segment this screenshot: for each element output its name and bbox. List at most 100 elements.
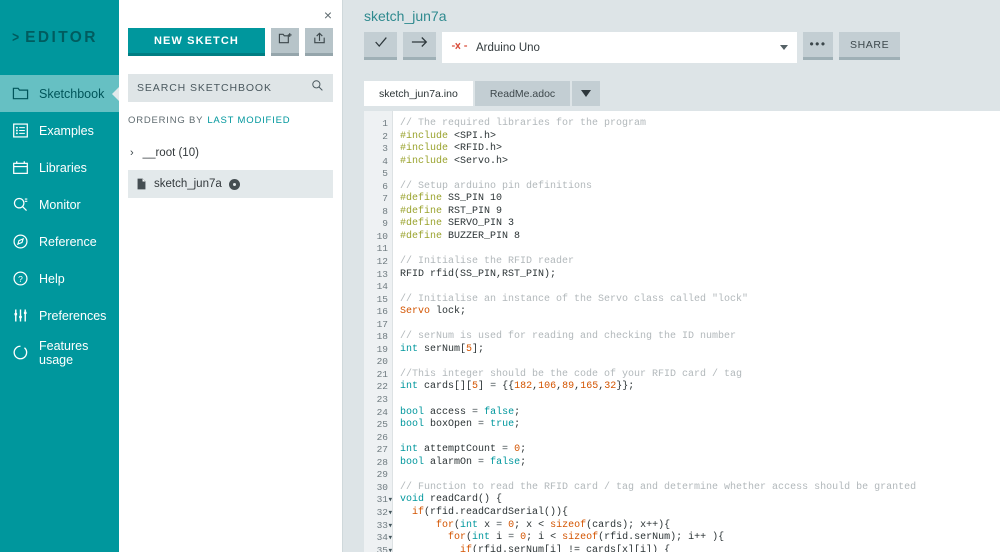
code-token: int <box>472 532 491 544</box>
chevron-right-icon: › <box>130 146 134 159</box>
sidebar-item-features-usage[interactable]: Features usage <box>0 334 119 371</box>
sidebar-item-reference[interactable]: Reference <box>0 223 119 260</box>
code-line[interactable]: #define RST_PIN 9 <box>400 206 1000 219</box>
code-line[interactable]: if(rfid.readCardSerial()){ <box>400 507 1000 520</box>
code-line[interactable]: // The required libraries for the progra… <box>400 118 1000 131</box>
search-sketchbook[interactable] <box>128 74 333 102</box>
code-token: if <box>460 544 473 552</box>
board-selector[interactable]: Arduino Uno <box>442 32 797 63</box>
chevron-down-icon <box>780 45 788 50</box>
code-token: for <box>436 519 455 531</box>
code-line[interactable] <box>400 432 1000 445</box>
code-line[interactable]: #define SERVO_PIN 3 <box>400 218 1000 231</box>
code-token: cards[][ <box>418 381 473 393</box>
upload-button[interactable] <box>403 32 436 60</box>
tab-readme-adoc[interactable]: ReadMe.adoc <box>474 81 571 106</box>
tab-sketch-ino[interactable]: sketch_jun7a.ino <box>364 81 473 106</box>
line-number: 4 <box>382 155 388 167</box>
code-line[interactable]: // Function to read the RFID card / tag … <box>400 482 1000 495</box>
code-token: if <box>412 506 425 518</box>
close-panel-icon[interactable]: × <box>324 8 332 22</box>
code-token: ; <box>520 456 527 468</box>
list-icon <box>11 121 30 140</box>
code-line[interactable]: bool boxOpen = true; <box>400 419 1000 432</box>
sidebar-item-examples[interactable]: Examples <box>0 112 119 149</box>
code-token: BUZZER_PIN 8 <box>442 230 521 242</box>
code-line[interactable]: int attemptCount = 0; <box>400 444 1000 457</box>
code-line[interactable]: int serNum[5]; <box>400 344 1000 357</box>
code-line[interactable]: void readCard() { <box>400 494 1000 507</box>
code-line[interactable]: for(int i = 0; i < sizeof(rfid.serNum); … <box>400 532 1000 545</box>
code-token: }}; <box>616 381 635 393</box>
fold-marker-icon[interactable]: ▾ <box>388 532 393 545</box>
code-line[interactable]: bool access = false; <box>400 407 1000 420</box>
share-button[interactable]: SHARE <box>839 32 901 60</box>
code-token: // Setup arduino pin definitions <box>400 180 593 192</box>
code-line[interactable] <box>400 281 1000 294</box>
code-token: i <box>490 532 509 544</box>
sidebar-item-libraries[interactable]: Libraries <box>0 149 119 186</box>
code-line[interactable] <box>400 319 1000 332</box>
code-token: RFID rfid(SS_PIN,RST_PIN); <box>400 268 557 280</box>
fold-marker-icon[interactable]: ▾ <box>388 545 393 552</box>
code-token: 182 <box>514 381 533 393</box>
code-line[interactable] <box>400 243 1000 256</box>
code-content[interactable]: // The required libraries for the progra… <box>393 111 1000 552</box>
code-token: sizeof <box>550 519 587 531</box>
code-line[interactable]: #include <Servo.h> <box>400 156 1000 169</box>
code-token: (cards); x++){ <box>586 519 671 531</box>
line-number: 32 ▾ <box>376 506 393 520</box>
line-number-gutter: 1 2 3 4 5 6 7 8 9 10 11 12 13 14 15 16 17 18 19 20 21 22 23 24 2… <box>364 111 393 552</box>
new-folder-button[interactable] <box>271 28 299 56</box>
code-line[interactable]: // Initialise the RFID reader <box>400 256 1000 269</box>
code-line[interactable]: //This integer should be the code of you… <box>400 369 1000 382</box>
upload-sketch-button[interactable] <box>305 28 333 56</box>
editor-toolbar: Arduino Uno ••• SHARE <box>364 32 1000 63</box>
sidebar-item-help[interactable]: ? Help <box>0 260 119 297</box>
svg-text:?: ? <box>18 274 23 284</box>
code-line[interactable]: bool alarmOn = false; <box>400 457 1000 470</box>
more-options-button[interactable]: ••• <box>803 32 833 60</box>
fold-marker-icon[interactable]: ▾ <box>388 507 393 520</box>
fold-marker-icon[interactable]: ▾ <box>388 520 393 533</box>
code-line[interactable]: #include <RFID.h> <box>400 143 1000 156</box>
code-token: // The required libraries for the progra… <box>400 118 647 129</box>
code-line[interactable]: // serNum is used for reading and checki… <box>400 331 1000 344</box>
code-line[interactable]: #define BUZZER_PIN 8 <box>400 231 1000 244</box>
line-number: 9 <box>382 218 388 230</box>
list-item[interactable]: sketch_jun7a <box>128 170 333 198</box>
code-line[interactable] <box>400 168 1000 181</box>
code-token: false <box>490 456 521 468</box>
logo-text: EDITOR <box>25 28 98 46</box>
code-line[interactable]: Servo lock; <box>400 306 1000 319</box>
code-line[interactable]: // Initialise an instance of the Servo c… <box>400 294 1000 307</box>
ordering-value[interactable]: LAST MODIFIED <box>207 115 290 126</box>
code-line[interactable]: #include <SPI.h> <box>400 131 1000 144</box>
code-line[interactable] <box>400 469 1000 482</box>
sidebar-item-monitor[interactable]: Monitor <box>0 186 119 223</box>
sidebar-item-preferences[interactable]: Preferences <box>0 297 119 334</box>
code-line[interactable]: if(rfid.serNum[i] != cards[x][i]) { <box>400 545 1000 552</box>
sketch-options-icon[interactable] <box>228 178 240 190</box>
code-line[interactable]: #define SS_PIN 10 <box>400 193 1000 206</box>
code-line[interactable]: for(int x = 0; x < sizeof(cards); x++){ <box>400 520 1000 533</box>
code-line[interactable]: // Setup arduino pin definitions <box>400 181 1000 194</box>
page-title: sketch_jun7a <box>364 8 447 24</box>
sidebar-item-sketchbook[interactable]: Sketchbook <box>0 75 120 112</box>
code-token: #define <box>400 230 443 242</box>
code-token: Servo <box>400 306 431 318</box>
verify-button[interactable] <box>364 32 397 60</box>
search-input[interactable] <box>137 82 311 94</box>
code-token: <Servo.h> <box>448 155 509 167</box>
code-line[interactable]: RFID rfid(SS_PIN,RST_PIN); <box>400 269 1000 282</box>
new-sketch-button[interactable]: NEW SKETCH <box>128 28 265 56</box>
code-editor[interactable]: 1 2 3 4 5 6 7 8 9 10 11 12 13 14 15 16 17 18 19 20 21 22 23 24 2… <box>364 111 1000 552</box>
sidebar-item-label: Preferences <box>39 308 107 323</box>
fold-marker-icon[interactable]: ▾ <box>388 494 393 507</box>
code-line[interactable] <box>400 356 1000 369</box>
sketch-tree: › __root (10) sketch_jun7a <box>119 139 342 198</box>
code-line[interactable]: int cards[][5] = {{182,106,89,165,32}}; <box>400 381 1000 394</box>
tree-folder-root[interactable]: › __root (10) <box>119 139 342 166</box>
tabs-dropdown-button[interactable] <box>572 81 601 106</box>
code-line[interactable] <box>400 394 1000 407</box>
